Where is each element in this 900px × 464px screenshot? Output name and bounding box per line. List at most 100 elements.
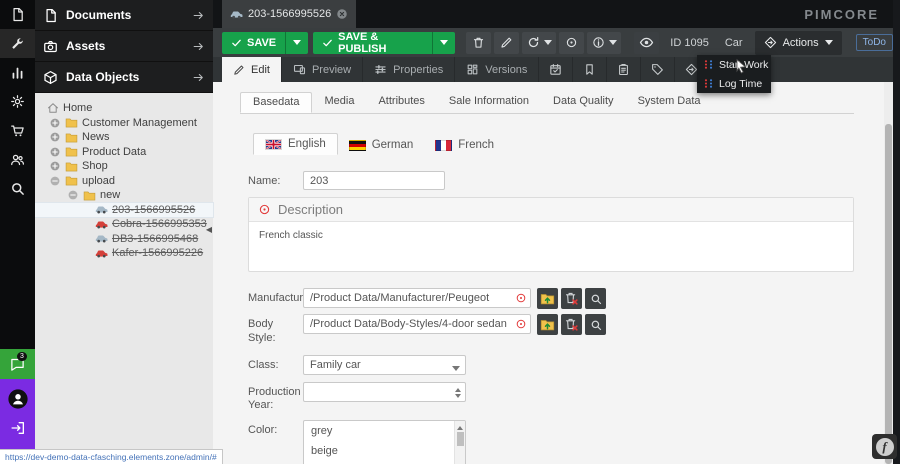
tree-item[interactable]: 203-1566995526	[35, 203, 213, 218]
expand-arrow-icon[interactable]	[192, 40, 205, 53]
grid-icon	[466, 63, 479, 76]
target-icon	[565, 36, 578, 49]
tags-button[interactable]	[641, 57, 675, 82]
sidebar: Documents Assets Data Objects Home Custo…	[35, 0, 213, 464]
search-icon	[590, 293, 602, 305]
expand-plus-icon[interactable]	[49, 117, 61, 129]
scrollbar-thumb[interactable]	[457, 432, 464, 446]
manufacturer-remove-button[interactable]	[561, 288, 582, 309]
tab-basedata[interactable]: Basedata	[240, 92, 312, 113]
tree-folder[interactable]: new	[35, 188, 213, 203]
eye-icon	[639, 35, 654, 50]
logout-icon[interactable]	[10, 420, 26, 436]
body-style-remove-button[interactable]	[561, 314, 582, 335]
tab-attributes[interactable]: Attributes	[366, 92, 436, 113]
sidebar-panel-documents[interactable]: Documents	[35, 0, 213, 31]
sidebar-panel-assets[interactable]: Assets	[35, 31, 213, 62]
tree-folder[interactable]: Customer Management	[35, 116, 213, 131]
sidebar-collapse-handle[interactable]: ◀	[206, 226, 212, 234]
pimcore-admin: 3 CO Documents Assets Data Objects Home	[0, 0, 900, 464]
tab-system-data[interactable]: System Data	[626, 92, 713, 113]
tree-item[interactable]: DB3-1566995468	[35, 232, 213, 247]
name-input[interactable]	[303, 171, 445, 190]
icon-rail: 3 CO	[0, 0, 35, 464]
rename-button[interactable]	[494, 32, 519, 54]
close-tab-icon[interactable]	[336, 8, 348, 20]
car-icon	[95, 218, 108, 231]
tools-icon[interactable]	[0, 29, 35, 58]
class-select[interactable]: Family car	[303, 355, 466, 375]
tab-sale-information[interactable]: Sale Information	[437, 92, 541, 113]
manufacturer-upload-button[interactable]	[537, 288, 558, 309]
tab-preview[interactable]: Preview	[282, 57, 363, 82]
tree-item[interactable]: Cobra-1566995353	[35, 217, 213, 232]
tab-edit[interactable]: Edit	[222, 57, 282, 82]
actions-button[interactable]: Actions	[755, 31, 842, 55]
documents-icon[interactable]	[0, 0, 35, 29]
collapse-minus-icon[interactable]	[49, 175, 61, 187]
sidebar-panel-data-objects[interactable]: Data Objects	[35, 62, 213, 93]
reports-button[interactable]	[573, 57, 607, 82]
tab-versions[interactable]: Versions	[455, 57, 539, 82]
expand-arrow-icon[interactable]	[192, 71, 205, 84]
tab-media[interactable]: Media	[312, 92, 366, 113]
scrollbar-thumb[interactable]	[885, 124, 892, 464]
body-style-input[interactable]	[303, 314, 531, 334]
expand-plus-icon[interactable]	[49, 146, 61, 158]
reload-button[interactable]	[522, 32, 556, 54]
color-option[interactable]: beige	[304, 441, 454, 461]
expand-arrow-icon[interactable]	[192, 9, 205, 22]
tree-folder[interactable]: upload	[35, 174, 213, 189]
manufacturer-input[interactable]	[303, 288, 531, 308]
locate-in-tree-button[interactable]	[559, 32, 584, 54]
body-style-row: Body Style:	[240, 314, 854, 346]
tree-root-home[interactable]: Home	[35, 101, 213, 116]
manufacturer-search-button[interactable]	[585, 288, 606, 309]
reload-caret[interactable]	[544, 40, 552, 49]
clipboard-icon	[617, 63, 630, 76]
tab-properties[interactable]: Properties	[363, 57, 455, 82]
delete-button[interactable]	[466, 32, 491, 54]
settings-gear-icon[interactable]	[0, 87, 35, 116]
tree-folder[interactable]: Shop	[35, 159, 213, 174]
stepper-arrows[interactable]	[455, 385, 461, 401]
save-publish-dropdown-caret[interactable]	[432, 32, 455, 54]
tree-folder[interactable]: Product Data	[35, 145, 213, 160]
save-publish-button[interactable]: SAVE & PUBLISH	[313, 32, 455, 54]
ecommerce-cart-icon[interactable]	[0, 116, 35, 145]
expand-plus-icon[interactable]	[49, 131, 61, 143]
tab-data-quality[interactable]: Data Quality	[541, 92, 626, 113]
lang-tab-german[interactable]: German	[338, 135, 425, 155]
description-editor[interactable]: French classic	[249, 222, 853, 271]
preview-eye-button[interactable]	[634, 32, 659, 54]
avatar[interactable]	[7, 388, 29, 410]
feedback-widget[interactable]: f	[872, 434, 897, 459]
tree-item[interactable]: Kafer-1566995226	[35, 246, 213, 261]
production-year-stepper[interactable]	[303, 382, 466, 402]
list-scrollbar[interactable]	[454, 421, 465, 464]
main-scrollbar[interactable]	[884, 82, 893, 464]
lang-tab-english[interactable]: English	[253, 133, 338, 155]
search-icon[interactable]	[0, 174, 35, 203]
color-multiselect[interactable]: grey beige silver	[303, 420, 466, 464]
lang-tab-french[interactable]: French	[424, 135, 505, 155]
expand-plus-icon[interactable]	[49, 160, 61, 172]
notes-events-button[interactable]	[607, 57, 641, 82]
users-icon[interactable]	[0, 145, 35, 174]
car-icon	[95, 232, 108, 245]
body-style-search-button[interactable]	[585, 314, 606, 335]
schedule-button[interactable]	[539, 57, 573, 82]
save-button[interactable]: SAVE	[222, 32, 308, 54]
mouse-cursor	[733, 58, 749, 79]
body-style-label: Body Style:	[248, 314, 303, 346]
open-object-tab[interactable]: 203-1566995526	[222, 0, 356, 28]
reports-icon[interactable]	[0, 58, 35, 87]
info-button[interactable]	[587, 32, 621, 54]
tree-folder[interactable]: News	[35, 130, 213, 145]
save-dropdown-caret[interactable]	[285, 32, 308, 54]
collapse-minus-icon[interactable]	[67, 189, 79, 201]
info-caret[interactable]	[609, 40, 617, 49]
body-style-upload-button[interactable]	[537, 314, 558, 335]
color-option[interactable]: grey	[304, 421, 454, 441]
object-tree: Home Customer Management News Product Da…	[35, 93, 213, 261]
